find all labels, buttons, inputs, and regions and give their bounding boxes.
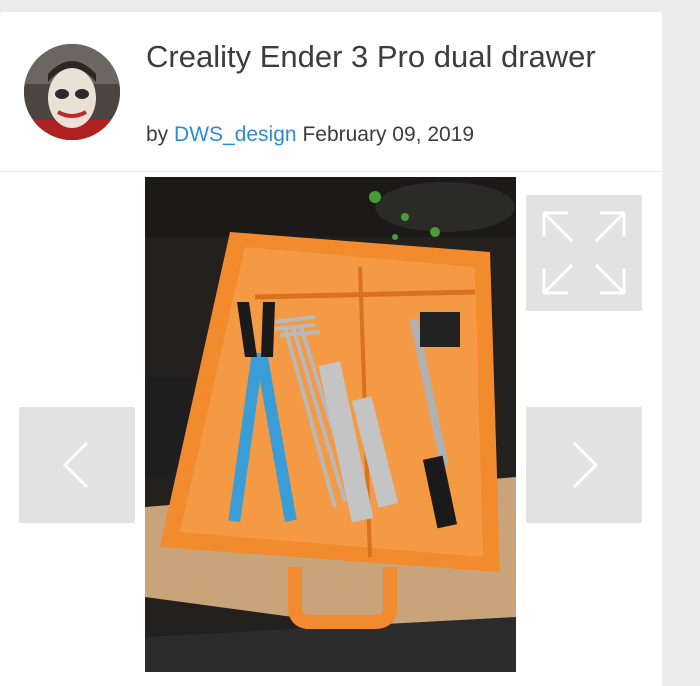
author-avatar[interactable] [24, 44, 120, 140]
by-label: by [146, 123, 169, 146]
image-gallery [0, 173, 662, 686]
post-header: Creality Ender 3 Pro dual drawer by DWS_… [0, 12, 662, 172]
post-card: Creality Ender 3 Pro dual drawer by DWS_… [0, 12, 662, 686]
avatar-image [24, 44, 120, 140]
byline: by DWS_design February 09, 2019 [146, 123, 474, 147]
expand-icon [542, 211, 626, 295]
chevron-left-icon [62, 441, 89, 489]
chevron-right-icon [572, 441, 599, 489]
post-date: February 09, 2019 [302, 123, 475, 146]
next-image-button[interactable] [526, 407, 642, 523]
drawer-photo [145, 177, 516, 672]
expand-button[interactable] [526, 195, 642, 311]
previous-image-button[interactable] [19, 407, 135, 523]
gallery-photo[interactable] [145, 177, 516, 672]
post-title: Creality Ender 3 Pro dual drawer [146, 39, 596, 74]
author-link[interactable]: DWS_design [174, 123, 297, 146]
